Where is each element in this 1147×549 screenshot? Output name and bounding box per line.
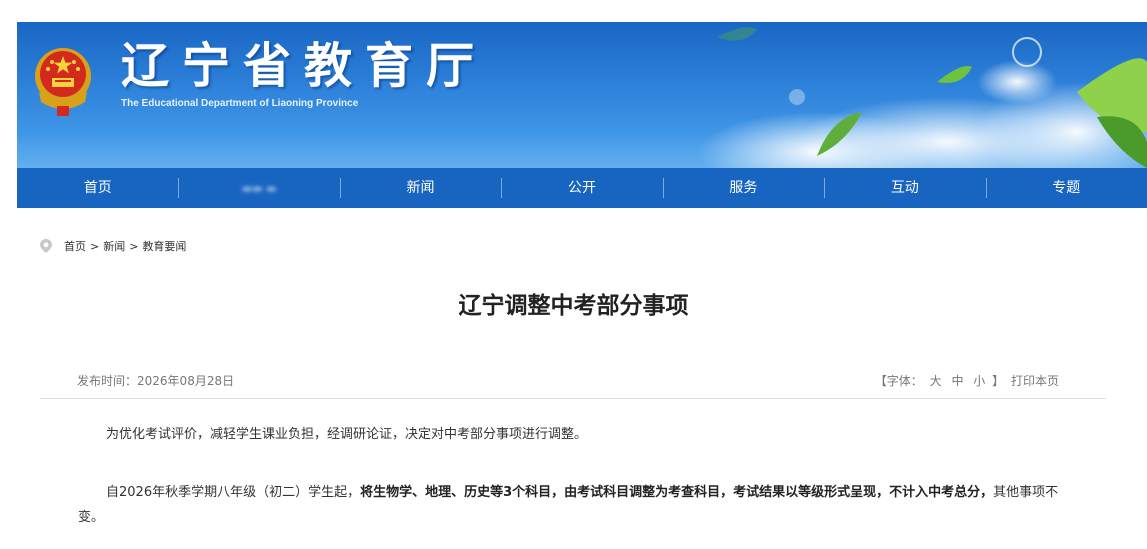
breadcrumb-home-link[interactable]: 首页 (64, 238, 86, 254)
breadcrumb-current-link[interactable]: 教育要闻 (142, 238, 186, 254)
nav-item-topics[interactable]: 专题 (985, 168, 1147, 208)
site-header-banner: 辽宁省教育厅 The Educational Department of Lia… (17, 22, 1147, 168)
nav-item-services[interactable]: 服务 (662, 168, 824, 208)
font-medium-button[interactable]: 中 (951, 374, 963, 388)
article-paragraph-1: 为优化考试评价，减轻学生课业负担，经调研论证，决定对中考部分事项进行调整。 (106, 427, 588, 442)
clouds-leaves-decoration (697, 27, 1147, 168)
article-title: 辽宁调整中考部分事项 (458, 293, 689, 319)
breadcrumb-separator: > (129, 239, 139, 253)
font-small-button[interactable]: 小 (973, 374, 985, 388)
location-pin-icon (40, 239, 52, 253)
publish-date-value: 2026年08月28日 (137, 374, 235, 388)
publish-date: 发布时间：2026年08月28日 (77, 372, 234, 389)
article-meta-row: 发布时间：2026年08月28日 【字体： 大 中 小 】 打印本页 (40, 370, 1106, 399)
nav-item-news[interactable]: 新闻 (339, 168, 501, 208)
paragraph-2-emphasis: 将生物学、地理、历史等3个科目，由考试科目调整为考查科目，考试结果以等级形式呈现… (360, 485, 994, 500)
font-size-close-bracket: 】 (992, 374, 1005, 388)
article-tools: 【字体： 大 中 小 】 打印本页 (875, 372, 1062, 389)
nav-item-disclosure[interactable]: 公开 (501, 168, 662, 208)
breadcrumb: 首页 > 新闻 > 教育要闻 (40, 238, 186, 254)
article-paragraph-2: 自2026年秋季学期八年级（初二）学生起，将生物学、地理、历史等3个科目，由考试… (78, 480, 1078, 530)
publish-date-label: 发布时间： (77, 374, 138, 388)
nav-item-home[interactable]: 首页 (17, 168, 178, 208)
paragraph-2-lead: 自2026年秋季学期八年级（初二）学生起， (106, 485, 361, 500)
nav-item-blurred[interactable]: ▬▬ ▬ (178, 168, 339, 209)
national-emblem-icon (35, 48, 91, 116)
site-title: 辽宁省教育厅 (121, 38, 488, 94)
print-page-button[interactable]: 打印本页 (1011, 374, 1059, 388)
site-subtitle: The Educational Department of Liaoning P… (121, 98, 359, 109)
font-size-label: 【字体： (874, 374, 923, 388)
breadcrumb-news-link[interactable]: 新闻 (103, 238, 125, 254)
nav-item-blurred-label: ▬▬ ▬ (241, 181, 277, 195)
nav-item-interaction[interactable]: 互动 (824, 168, 985, 208)
font-large-button[interactable]: 大 (930, 374, 942, 388)
breadcrumb-separator: > (90, 239, 100, 253)
main-navigation: 首页 ▬▬ ▬ 新闻 公开 服务 互动 专题 (17, 168, 1147, 208)
